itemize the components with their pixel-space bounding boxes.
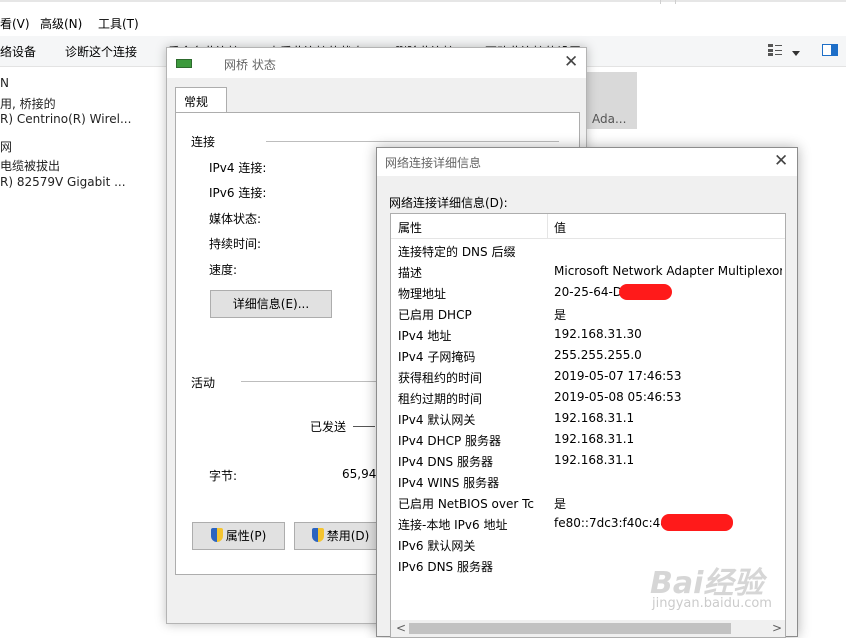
preview-pane-icon[interactable] bbox=[822, 44, 838, 56]
list-item[interactable]: IPv4 DHCP 服务器 192.168.31.1 bbox=[391, 429, 785, 450]
property-value: 192.168.31.1 bbox=[554, 411, 635, 425]
ipv6-connectivity-label: IPv6 连接: bbox=[209, 186, 267, 200]
scrollbar-thumb[interactable] bbox=[409, 623, 731, 634]
property-name: 租约过期的时间 bbox=[398, 392, 483, 406]
activity-divider bbox=[241, 381, 381, 382]
list-item[interactable]: IPv6 默认网关 bbox=[391, 534, 785, 555]
shield-icon bbox=[210, 528, 223, 542]
property-name: IPv4 子网掩码 bbox=[398, 350, 476, 364]
disable-label: 禁用(D) bbox=[326, 529, 370, 543]
network-icon bbox=[176, 59, 192, 68]
property-name: IPv4 DNS 服务器 bbox=[398, 455, 493, 469]
list-item[interactable]: 已启用 NetBIOS over Tc 是 bbox=[391, 492, 785, 513]
disable-button[interactable]: 禁用(D) bbox=[294, 522, 387, 550]
address-bar-edge bbox=[660, 0, 673, 4]
properties-label: 属性(P) bbox=[225, 529, 267, 543]
property-value: 192.168.31.1 bbox=[554, 432, 635, 446]
scroll-left-icon[interactable]: < bbox=[396, 621, 406, 635]
shield-icon bbox=[311, 528, 324, 542]
ipv4-connectivity-label: IPv4 连接: bbox=[209, 161, 267, 175]
property-name: 物理地址 bbox=[398, 287, 447, 301]
tab-general[interactable]: 常规 bbox=[175, 87, 227, 114]
col-value-header[interactable]: 值 bbox=[554, 219, 566, 236]
watermark-url: jingyan.baidu.com bbox=[652, 596, 772, 611]
details-button[interactable]: 详细信息(E)... bbox=[210, 290, 332, 318]
list-item[interactable]: 连接特定的 DNS 后缀 bbox=[391, 240, 785, 261]
adapter-2-status: 电缆被拔出 bbox=[0, 159, 61, 173]
activity-group-label: 活动 bbox=[191, 376, 216, 390]
property-value: 2019-05-08 05:46:53 bbox=[554, 390, 682, 404]
property-name: IPv4 默认网关 bbox=[398, 413, 476, 427]
adapter-1-name[interactable]: N bbox=[0, 76, 9, 90]
details-list-header: 属性 值 bbox=[391, 214, 785, 239]
tab-general-label: 常规 bbox=[184, 95, 209, 109]
property-name: IPv6 默认网关 bbox=[398, 539, 476, 553]
list-item[interactable]: 租约过期的时间 2019-05-08 05:46:53 bbox=[391, 387, 785, 408]
property-name: 连接特定的 DNS 后缀 bbox=[398, 245, 516, 259]
details-dialog-title: 网络连接详细信息 bbox=[385, 156, 482, 170]
property-value: 255.255.255.0 bbox=[554, 348, 642, 362]
property-value: 192.168.31.30 bbox=[554, 327, 642, 341]
adapter-2-name[interactable]: 网 bbox=[0, 138, 12, 155]
list-item[interactable]: 物理地址 20-25-64-D bbox=[391, 282, 785, 303]
adapter-1-device: R) Centrino(R) Wirel... bbox=[0, 112, 132, 126]
redaction-mark bbox=[661, 514, 733, 531]
sent-line bbox=[353, 426, 375, 427]
property-name: IPv4 WINS 服务器 bbox=[398, 476, 500, 490]
connection-divider bbox=[266, 141, 559, 142]
property-value: 是 bbox=[554, 497, 567, 511]
list-item[interactable]: 获得租约的时间 2019-05-07 17:46:53 bbox=[391, 366, 785, 387]
adapter-1-status: 用, 桥接的 bbox=[0, 97, 56, 111]
menu-advanced[interactable]: 高级(N) bbox=[40, 15, 82, 32]
details-title-bar: 网络连接详细信息 ✕ bbox=[377, 148, 797, 176]
column-divider[interactable] bbox=[547, 214, 548, 238]
tile-text: Ada... bbox=[592, 112, 627, 126]
property-name: 获得租约的时间 bbox=[398, 371, 483, 385]
list-item[interactable]: IPv4 地址 192.168.31.30 bbox=[391, 324, 785, 345]
close-icon[interactable]: ✕ bbox=[564, 54, 578, 71]
menu-bar: 看(V) 高级(N) 工具(T) bbox=[0, 10, 846, 36]
horizontal-scrollbar[interactable]: < > bbox=[391, 620, 785, 637]
col-property-header[interactable]: 属性 bbox=[398, 219, 422, 236]
property-value: 是 bbox=[554, 308, 567, 322]
duration-label: 持续时间: bbox=[209, 237, 262, 251]
property-name: 描述 bbox=[398, 266, 423, 280]
list-item[interactable]: 已启用 DHCP 是 bbox=[391, 303, 785, 324]
property-name: IPv6 DNS 服务器 bbox=[398, 560, 493, 574]
list-item[interactable]: IPv4 子网掩码 255.255.255.0 bbox=[391, 345, 785, 366]
list-item[interactable]: 描述 Microsoft Network Adapter Multiplexor bbox=[391, 261, 785, 282]
cmd-network-device[interactable]: 络设备 bbox=[0, 43, 36, 60]
bridge-adapter-tile[interactable]: Ada... bbox=[583, 72, 637, 129]
redaction-mark bbox=[619, 284, 672, 300]
list-item[interactable]: IPv4 DNS 服务器 192.168.31.1 bbox=[391, 450, 785, 471]
close-icon[interactable]: ✕ bbox=[774, 153, 788, 170]
property-value: 2019-05-07 17:46:53 bbox=[554, 369, 682, 383]
chevron-down-icon[interactable] bbox=[792, 46, 806, 58]
property-name: 已启用 NetBIOS over Tc bbox=[398, 497, 534, 511]
bytes-label: 字节: bbox=[209, 469, 238, 483]
property-name: 已启用 DHCP bbox=[398, 308, 472, 322]
menu-view[interactable]: 看(V) bbox=[0, 15, 30, 32]
menu-tools[interactable]: 工具(T) bbox=[98, 15, 139, 32]
connection-group-label: 连接 bbox=[191, 135, 216, 149]
search-box-edge[interactable] bbox=[675, 0, 846, 4]
property-name: IPv4 地址 bbox=[398, 329, 452, 343]
status-dialog-title: 网桥 状态 bbox=[224, 58, 276, 72]
cmd-diagnose[interactable]: 诊断这个连接 bbox=[65, 43, 137, 60]
details-grid-label: 网络连接详细信息(D): bbox=[389, 196, 508, 210]
properties-button[interactable]: 属性(P) bbox=[192, 522, 285, 550]
property-name: IPv4 DHCP 服务器 bbox=[398, 434, 502, 448]
media-state-label: 媒体状态: bbox=[209, 212, 262, 226]
property-name: 连接-本地 IPv6 地址 bbox=[398, 518, 508, 532]
view-options-icon[interactable] bbox=[768, 44, 782, 56]
property-value: 192.168.31.1 bbox=[554, 453, 635, 467]
speed-label: 速度: bbox=[209, 263, 238, 277]
list-item[interactable]: IPv4 默认网关 192.168.31.1 bbox=[391, 408, 785, 429]
list-item[interactable]: IPv4 WINS 服务器 bbox=[391, 471, 785, 492]
status-title-bar: 网桥 状态 ✕ bbox=[167, 48, 586, 78]
scroll-right-icon[interactable]: > bbox=[772, 621, 782, 635]
adapter-2-device: R) 82579V Gigabit ... bbox=[0, 175, 126, 189]
property-value: Microsoft Network Adapter Multiplexor bbox=[554, 264, 782, 278]
sent-label: 已发送 bbox=[310, 420, 347, 434]
